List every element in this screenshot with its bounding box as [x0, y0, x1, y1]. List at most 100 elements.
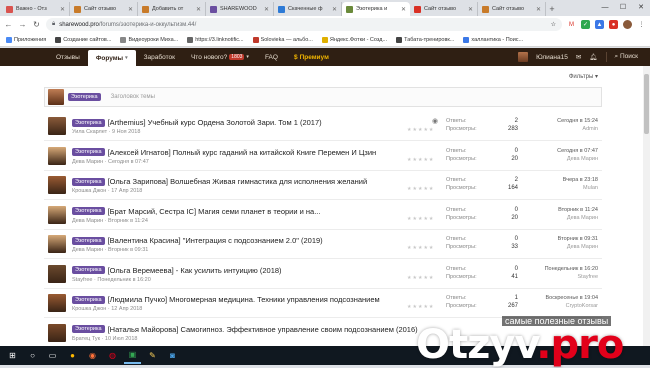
extension-icon-3[interactable]: ● [609, 20, 618, 29]
avatar[interactable] [48, 117, 66, 135]
extension-icon[interactable]: ✓ [581, 20, 590, 29]
prefix-badge[interactable]: Эзотерика [72, 118, 105, 127]
avatar[interactable] [518, 52, 529, 62]
thread-author[interactable]: Дева Марин [72, 159, 103, 165]
taskbar-app-icon[interactable]: ◙ [164, 347, 181, 364]
new-thread-bar[interactable]: Эзотерика Заголовок темы [44, 87, 602, 107]
taskbar-app-icon[interactable]: ▭ [44, 347, 61, 364]
taskbar-app-icon[interactable]: ▣ [124, 347, 141, 364]
last-post-date[interactable]: Вторник в 09:31 [558, 236, 598, 242]
thread-title[interactable]: [Ольга Веремеева] - Как усилить интуицию… [108, 266, 282, 275]
last-post-date[interactable]: Вторник в 11:24 [558, 207, 598, 213]
prefix-badge[interactable]: Эзотерика [72, 177, 105, 186]
thread-author[interactable]: Крошка Джон [72, 188, 106, 194]
last-post-date[interactable]: Воскресенье в 19:04 [545, 295, 598, 301]
star-icon[interactable]: ☆ [551, 21, 556, 28]
thread-title-input[interactable]: Заголовок темы [111, 94, 155, 100]
thread-title[interactable]: [Ольга Зарипова] Волшебная Живая гимнаст… [108, 177, 368, 186]
back-arrow-icon[interactable]: ← [4, 20, 13, 29]
browser-tab[interactable]: Добавить от ✕ [138, 2, 206, 16]
prefix-badge[interactable]: Эзотерика [68, 93, 101, 101]
thread-row[interactable]: Эзотерика [Arthemius] Учебный курс Орден… [44, 112, 602, 141]
thread-title[interactable]: [Алексей Игнатов] Полный курс гаданий на… [108, 148, 377, 157]
taskbar-app-icon[interactable]: ◉ [84, 347, 101, 364]
bookmark-item[interactable]: Яндекс.Фотки - Созд... [321, 36, 387, 43]
close-tab-icon[interactable]: ✕ [196, 6, 201, 13]
nav-earnings[interactable]: Заработок [136, 48, 183, 66]
windows-start-icon[interactable]: ⊞ [4, 347, 21, 364]
thread-row[interactable]: Эзотерика [Алексей Игнатов] Полный курс … [44, 142, 602, 171]
gmail-icon[interactable]: M [567, 20, 576, 29]
browser-tab[interactable]: SHAREWOOD ✕ [206, 2, 274, 16]
scrollbar[interactable] [643, 66, 650, 346]
thread-title[interactable]: [Людмила Пучко] Многомерная медицина. Те… [108, 295, 380, 304]
scrollbar-thumb[interactable] [644, 74, 649, 134]
thread-author[interactable]: Дева Марин [72, 247, 103, 253]
last-post-user[interactable]: CryptoKorsar [545, 303, 598, 309]
nav-forums[interactable]: Форумы ▾ [87, 50, 136, 66]
prefix-badge[interactable]: Эзотерика [72, 148, 105, 156]
avatar[interactable] [48, 205, 66, 224]
envelope-icon[interactable]: ✉ [576, 53, 581, 61]
nav-whats-new[interactable]: Что нового? 1803 ▾ [183, 48, 257, 66]
browser-tab[interactable]: Скаченные ф ✕ [274, 2, 342, 16]
thread-row[interactable]: Эзотерика [Людмила Пучко] Многомерная ме… [44, 289, 602, 318]
close-tab-icon[interactable]: ✕ [536, 6, 541, 13]
last-post-user[interactable]: Дева Марин [558, 244, 598, 250]
bell-icon[interactable]: 🔔︎ [589, 53, 597, 61]
thread-author[interactable]: Stayfree [72, 277, 92, 283]
thread-row[interactable]: Эзотерика [Ольга Зарипова] Волшебная Жив… [44, 171, 602, 200]
close-window-button[interactable]: ✕ [632, 0, 650, 14]
maximize-button[interactable]: ☐ [614, 0, 632, 14]
filters-button[interactable]: Фильтры ▾ [569, 73, 598, 80]
thread-author[interactable]: Крошка Джон [72, 306, 106, 312]
avatar[interactable] [48, 264, 66, 283]
prefix-badge[interactable]: Эзотерика [72, 325, 105, 333]
close-tab-icon[interactable]: ✕ [128, 6, 133, 13]
avatar[interactable] [48, 176, 66, 194]
bookmark-item[interactable]: Solovieka — альбо... [252, 36, 313, 43]
minimize-button[interactable]: — [596, 0, 614, 14]
bookmark-item[interactable]: халлантика - Поис... [463, 36, 523, 43]
last-post-user[interactable]: Дева Марин [557, 156, 598, 162]
thread-title[interactable]: [Валентина Красина] "Интеграция с подсоз… [108, 236, 323, 245]
last-post-date[interactable]: Вчера в 23:18 [563, 177, 598, 183]
close-tab-icon[interactable]: ✕ [60, 6, 65, 13]
thread-author[interactable]: Братец Тук [72, 336, 100, 342]
bookmark-item[interactable]: Приложения [6, 36, 46, 43]
thread-title[interactable]: [Наталья Майорова] Самогипноз. Эффективн… [108, 325, 418, 334]
last-post-date[interactable]: Сегодня в 15:24 [557, 118, 598, 124]
last-post-user[interactable]: Дева Марин [558, 215, 598, 221]
username[interactable]: Юлиана15 [536, 54, 568, 61]
last-post-user[interactable]: Admin [557, 126, 598, 132]
thread-author[interactable]: Дева Марин [72, 218, 103, 224]
avatar[interactable] [48, 146, 66, 165]
bookmark-item[interactable]: Создание сайтов... [55, 36, 111, 43]
nav-reviews[interactable]: Отзывы [48, 48, 88, 66]
close-tab-icon[interactable]: ✕ [264, 6, 269, 13]
prefix-badge[interactable]: Эзотерика [72, 207, 105, 215]
prefix-badge[interactable]: Эзотерика [72, 266, 105, 274]
thread-title[interactable]: [Брат Марсий, Сестра IC] Магия семи план… [108, 207, 321, 216]
bookmark-item[interactable]: Видеоуроки Миха... [120, 36, 178, 43]
new-tab-button[interactable]: + [546, 2, 558, 16]
browser-tab[interactable]: Сайт отзыво ✕ [70, 2, 138, 16]
thread-title[interactable]: [Arthemius] Учебный курс Ордена Золотой … [108, 118, 322, 127]
profile-icon[interactable] [623, 20, 632, 29]
last-post-user[interactable]: Mulan [563, 185, 598, 191]
bookmark-item[interactable]: Табата-тренировк... [396, 36, 454, 43]
menu-icon[interactable]: ⋮ [637, 20, 646, 29]
search-icon[interactable]: ○ [24, 347, 41, 364]
avatar[interactable] [48, 235, 66, 253]
close-tab-icon[interactable]: ✕ [401, 6, 406, 13]
search-button[interactable]: ⌕ Поиск [615, 53, 638, 61]
taskbar-app-icon[interactable]: ◍ [104, 347, 121, 364]
address-bar[interactable]: 🔒︎ sharewood.pro/forums/эзотерика-и-окку… [46, 18, 562, 31]
thread-row[interactable]: Эзотерика [Валентина Красина] "Интеграци… [44, 230, 602, 259]
browser-tab[interactable]: Эзотерика и ✕ [342, 2, 410, 16]
last-post-date[interactable]: Понедельник в 16:20 [545, 266, 598, 272]
close-tab-icon[interactable]: ✕ [332, 6, 337, 13]
browser-tab[interactable]: Сайт отзыво ✕ [410, 2, 478, 16]
thread-row[interactable]: Эзотерика [Брат Марсий, Сестра IC] Магия… [44, 201, 602, 230]
avatar[interactable] [48, 323, 66, 342]
